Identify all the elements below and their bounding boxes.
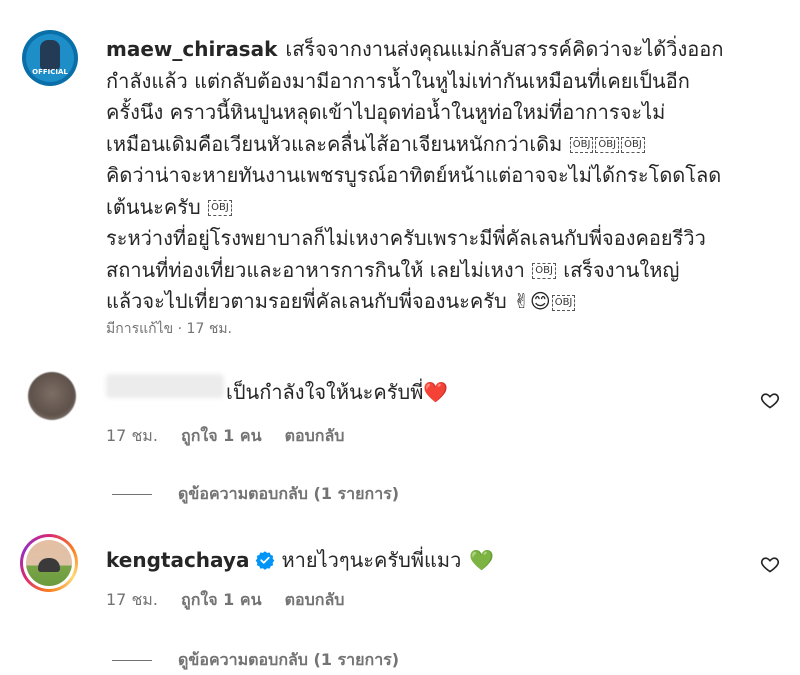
view-replies-label: ดูข้อความตอบกลับ (1 รายการ) [178,650,400,669]
emoji-placeholder: OBJ [532,263,556,279]
comment-meta: 17 ชม. ถูกใจ 1 คน ตอบกลับ [106,424,362,449]
post-username[interactable]: maew_chirasak [106,37,277,61]
caption-line-6: เต้นนะครับ OBJ [106,192,766,224]
view-replies-button[interactable]: ดูข้อความตอบกลับ (1 รายการ) [112,482,399,507]
verified-badge-icon [256,551,275,570]
caption-line-4: เหมือนเดิมคือเวียนหัวและคลื่นไส้อาเจียนห… [106,129,766,161]
comment-username[interactable]: kengtachaya [106,548,249,572]
comment-text: เป็นกำลังใจให้นะครับพี่❤️ [226,380,449,404]
avatar-figure [38,558,60,572]
reply-button[interactable]: ตอบกลับ [285,590,345,609]
emoji-placeholder: OBJ [595,137,620,153]
divider [112,660,152,661]
caption-line-8: สถานที่ท่องเที่ยวและอาหารการกินให้ เลยไม… [106,257,680,282]
emoji-placeholder: OBJ [569,137,594,153]
view-replies-button[interactable]: ดูข้อความตอบกลับ (1 รายการ) [112,648,399,673]
avatar-badge-text: OFFICIAL [32,68,68,76]
comment-time: 17 ชม. [106,590,158,609]
like-heart-icon[interactable] [760,390,780,410]
caption-line-9: แล้วจะไปเที่ยวตามรอยพี่คัลเลนกับพี่จองนะ… [106,286,766,318]
emoji-placeholder: OBJ [551,294,576,311]
avatar-figure [40,40,60,70]
view-replies-label: ดูข้อความตอบกลับ (1 รายการ) [178,484,400,503]
divider [112,494,152,495]
caption-line-5: คิดว่าน่าจะหายทันงานเพชรบูรณ์อาทิตย์หน้า… [106,163,722,187]
post-caption: maew_chirasak เสร็จจากงานส่งคุณแม่กลับสวร… [106,34,766,318]
avatar-image [26,540,72,586]
likes-count[interactable]: ถูกใจ 1 คน [181,590,261,609]
blurred-username [106,374,224,398]
emoji: ✌😊 [513,289,551,313]
post-author-avatar[interactable]: OFFICIAL [22,30,78,86]
reply-button[interactable]: ตอบกลับ [285,426,345,445]
emoji-placeholder: OBJ [621,137,645,153]
caption-line-2: กำลังแล้ว แต่กลับต้องมามีอาการน้ำในหูไม่… [106,68,690,93]
caption-line-7: ระหว่างที่อยู่โรงพยาบาลก็ไม่เหงาครับเพรา… [106,226,706,250]
red-heart-emoji: ❤️ [423,380,449,404]
comment-time: 17 ชม. [106,426,158,445]
caption-line-3: ครั้งนึง คราวนี้หินปูนหลุดเข้าไปอุดท่อน้… [106,100,666,124]
caption-line-1: maew_chirasak เสร็จจากงานส่งคุณแม่กลับสวร… [106,37,724,61]
green-heart-emoji: 💚 [469,548,495,572]
story-ring-avatar[interactable] [20,534,78,592]
edited-timestamp: มีการแก้ไข · 17 ชม. [106,321,232,337]
likes-count[interactable]: ถูกใจ 1 คน [181,426,261,445]
emoji-placeholder: OBJ [208,200,232,216]
comment-meta: 17 ชม. ถูกใจ 1 คน ตอบกลับ [106,588,362,613]
comment-avatar[interactable] [28,372,76,420]
like-heart-icon[interactable] [760,554,780,574]
comment-text: kengtachaya หายไวๆนะครับพี่แมว 💚 [106,548,495,572]
